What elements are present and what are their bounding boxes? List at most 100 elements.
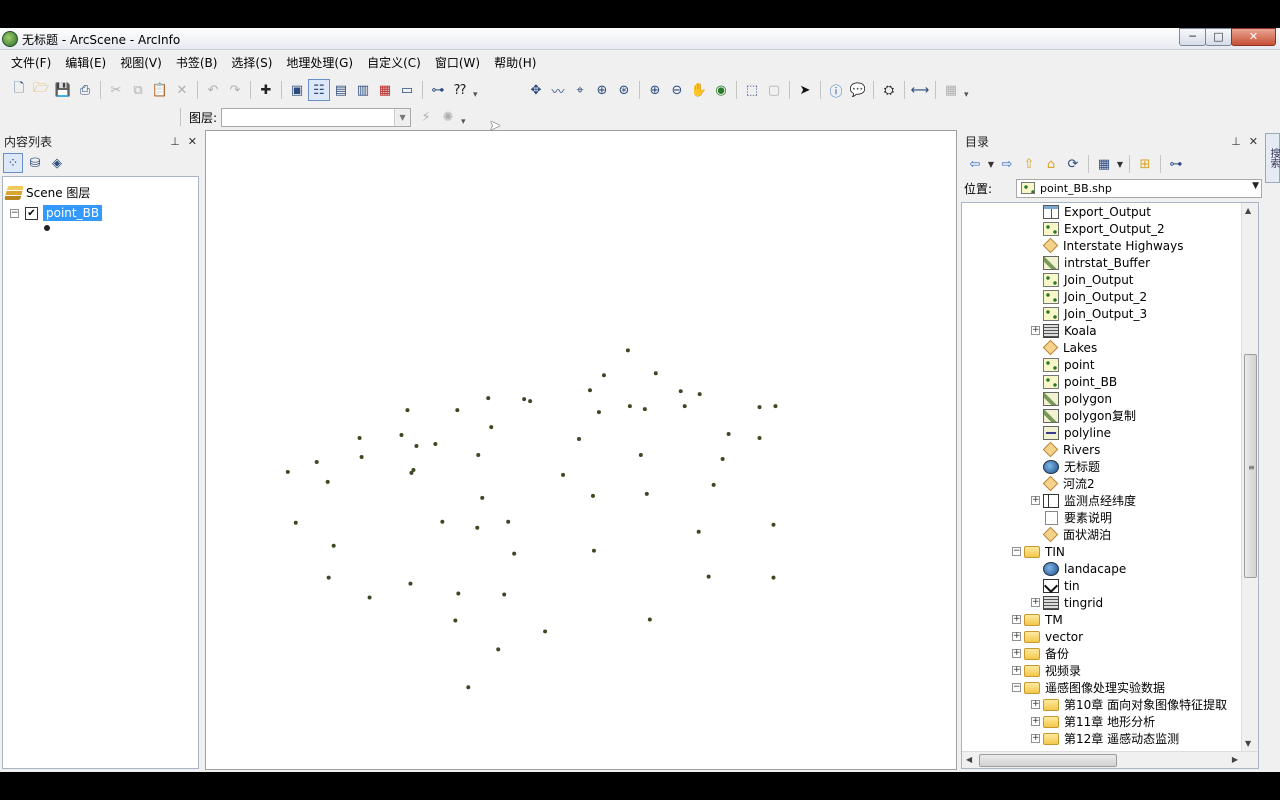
flicker-layer-icon[interactable]: ✺ (437, 106, 459, 128)
menu-view[interactable]: 视图(V) (113, 52, 169, 74)
expand-icon[interactable]: + (1031, 496, 1040, 505)
catalog-item[interactable]: intrstat_Buffer (1043, 254, 1150, 271)
point-feature[interactable] (561, 472, 566, 477)
home-icon[interactable]: ⌂ (1040, 154, 1062, 174)
point-feature[interactable] (577, 437, 581, 442)
toolbar-options-icon[interactable]: ▾ (461, 108, 469, 127)
layer-dropdown[interactable]: ▼ (221, 107, 412, 127)
point-feature[interactable] (453, 618, 458, 623)
toolbar-options-icon[interactable]: ▾ (964, 81, 972, 100)
list-by-drawing-order-icon[interactable]: ⁘ (3, 153, 23, 173)
point-feature[interactable] (522, 397, 527, 402)
point-feature[interactable] (405, 408, 410, 413)
point-feature[interactable] (682, 404, 687, 409)
catalog-item[interactable]: Lakes (1042, 339, 1097, 356)
scene-properties-icon[interactable]: ▣ (286, 79, 308, 101)
point-feature[interactable] (285, 469, 290, 474)
point-feature[interactable] (433, 442, 438, 447)
point-feature[interactable] (475, 525, 480, 530)
point-feature[interactable] (489, 425, 494, 430)
identify-icon[interactable]: ⓘ (825, 79, 847, 101)
forward-arrow-icon[interactable]: ⇨ (996, 154, 1018, 174)
open-folder-icon[interactable]: 🗁 (30, 79, 52, 101)
expand-icon[interactable]: + (1012, 632, 1021, 641)
redo-icon[interactable]: ↷ (224, 79, 246, 101)
scrollbar-thumb[interactable] (979, 754, 1117, 767)
list-by-source-icon[interactable]: ⛁ (25, 153, 45, 173)
point-feature[interactable] (528, 399, 533, 404)
point-feature[interactable] (331, 543, 336, 548)
scene-canvas[interactable] (206, 131, 956, 769)
close-icon[interactable]: ✕ (1249, 135, 1258, 148)
add-data-icon[interactable]: ✚ (255, 79, 277, 101)
point-feature[interactable] (486, 396, 491, 401)
menu-file[interactable]: 文件(F) (4, 52, 58, 74)
select-elements-icon[interactable]: ➤ (794, 79, 816, 101)
catalog-item[interactable]: + 监测点经纬度 (1031, 492, 1136, 509)
select-features-icon[interactable]: ⬚ (741, 79, 763, 101)
point-feature[interactable] (502, 592, 507, 597)
catalog-item[interactable]: + 视频录 (1012, 662, 1081, 679)
connect-folder-icon[interactable]: ⊞ (1134, 154, 1156, 174)
scroll-right-icon[interactable]: ▶ (1232, 755, 1238, 764)
catalog-item[interactable]: Export_Output_2 (1043, 220, 1165, 237)
expand-icon[interactable]: + (1031, 734, 1040, 743)
scroll-down-icon[interactable]: ▼ (1245, 739, 1251, 748)
point-feature[interactable] (678, 389, 683, 394)
catalog-item[interactable]: + 第10章 面向对象图像特征提取 (1031, 696, 1227, 713)
zoom-out-icon[interactable]: ⊖ (666, 79, 688, 101)
catalog-item[interactable]: polygon复制 (1043, 407, 1136, 424)
views-icon[interactable]: ▦ (1093, 154, 1115, 174)
catalog-item[interactable]: landacape (1043, 560, 1126, 577)
pin-icon[interactable]: ⊥ (170, 135, 180, 148)
layer-symbol-row[interactable] (44, 225, 50, 231)
point-feature[interactable] (455, 408, 460, 413)
location-dropdown[interactable]: point_BB.shp ▼ (1016, 178, 1262, 198)
layer-visibility-checkbox[interactable]: ✔ (25, 206, 38, 220)
point-feature[interactable] (496, 647, 501, 652)
catalog-item[interactable]: 无标题 (1043, 458, 1100, 475)
point-feature[interactable] (697, 392, 702, 397)
catalog-item[interactable]: + TM (1012, 611, 1063, 628)
layer-name[interactable]: point_BB (43, 205, 103, 221)
point-feature[interactable] (757, 405, 762, 410)
html-popup-icon[interactable]: 💬 (847, 79, 869, 101)
python-window-icon[interactable]: ▭ (396, 79, 418, 101)
menu-geoprocessing[interactable]: 地理处理(G) (279, 52, 360, 74)
catalog-item[interactable]: polyline (1043, 424, 1111, 441)
whats-this-help-icon[interactable]: ⁇ (449, 79, 471, 101)
catalog-item[interactable]: Interstate Highways (1042, 237, 1183, 254)
search-side-tab[interactable]: 搜索 (1265, 133, 1280, 183)
fly-icon[interactable]: 〰 (547, 79, 569, 101)
point-feature[interactable] (414, 444, 419, 449)
point-feature[interactable] (720, 456, 725, 461)
expand-icon[interactable]: + (1031, 598, 1040, 607)
list-by-visibility-icon[interactable]: ◈ (47, 153, 67, 173)
point-feature[interactable] (480, 495, 485, 500)
new-document-icon[interactable]: 🗋 (8, 79, 30, 101)
expand-icon[interactable]: + (1012, 666, 1021, 675)
toc-window-icon[interactable]: ☷ (308, 79, 330, 101)
full-extent-icon[interactable]: ◉ (710, 79, 732, 101)
catalog-item[interactable]: polygon (1043, 390, 1112, 407)
find-icon[interactable]: ⛭ (878, 79, 900, 101)
point-feature[interactable] (590, 493, 595, 498)
back-arrow-icon[interactable]: ⇦ (964, 154, 986, 174)
point-feature[interactable] (625, 348, 630, 353)
refresh-icon[interactable]: ⟳ (1062, 154, 1084, 174)
clear-selection-icon[interactable]: ▢ (763, 79, 785, 101)
point-feature[interactable] (647, 617, 652, 622)
catalog-item[interactable]: point_BB (1043, 373, 1117, 390)
cut-icon[interactable]: ✂ (105, 79, 127, 101)
point-feature[interactable] (359, 454, 364, 459)
point-feature[interactable] (411, 467, 416, 472)
chevron-down-icon[interactable]: ▼ (394, 108, 411, 126)
catalog-item[interactable]: + 第12章 遥感动态监测 (1031, 730, 1179, 747)
point-feature[interactable] (325, 479, 330, 484)
save-icon[interactable]: 💾 (52, 79, 74, 101)
point-feature[interactable] (757, 436, 762, 441)
point-feature[interactable] (653, 371, 658, 376)
delete-icon[interactable]: ✕ (171, 79, 193, 101)
arctoolbox-icon[interactable]: ▦ (374, 79, 396, 101)
scroll-left-icon[interactable]: ◀ (966, 755, 972, 764)
